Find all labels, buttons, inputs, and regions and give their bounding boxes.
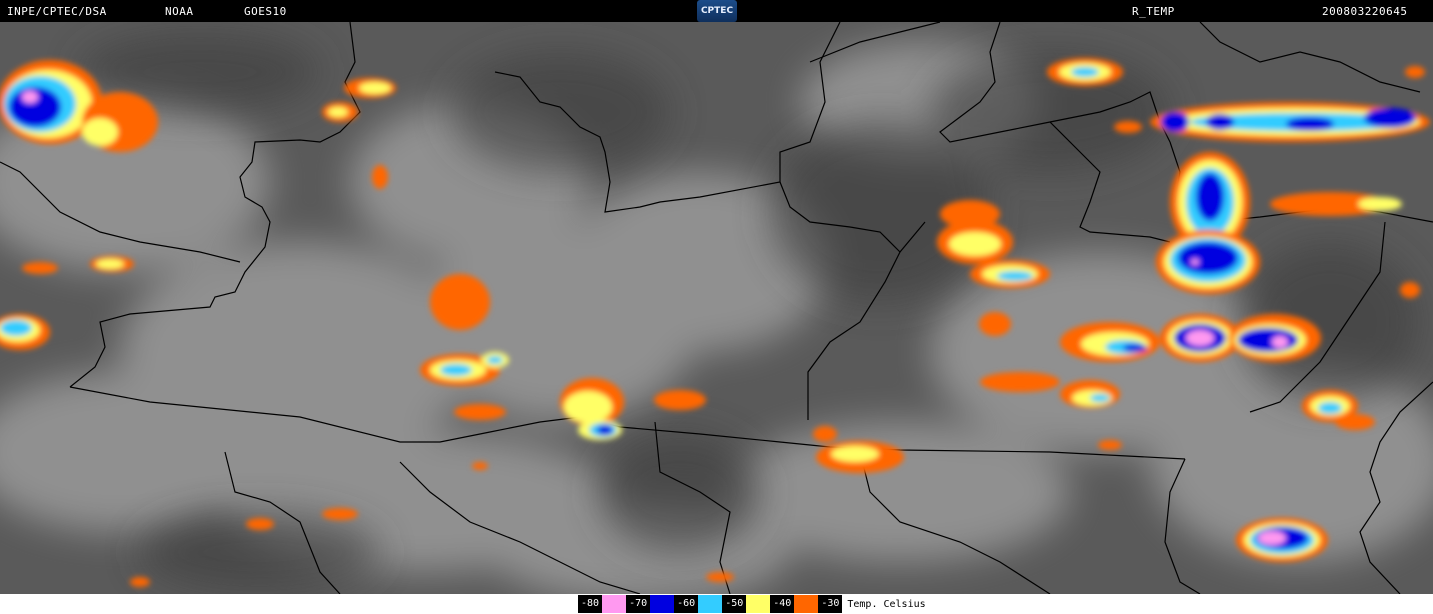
agency-label: NOAA	[165, 5, 194, 18]
legend-swatch	[794, 595, 819, 613]
satellite-label: GOES10	[244, 5, 287, 18]
header-bar: INPE/CPTEC/DSA NOAA GOES10 CPTEC R_TEMP …	[0, 0, 1433, 22]
legend-label: -70	[626, 595, 651, 613]
legend-swatch	[698, 595, 723, 613]
temperature-legend: -80 -70 -60 -50 -40 -30 Temp. Celsius	[0, 594, 1433, 614]
legend-label: -80	[578, 595, 603, 613]
legend-label: -40	[770, 595, 795, 613]
map-canvas	[0, 22, 1433, 594]
satellite-image	[0, 22, 1433, 594]
legend-label: -50	[722, 595, 747, 613]
source-label: INPE/CPTEC/DSA	[7, 5, 107, 18]
legend-swatch	[746, 595, 771, 613]
product-label: R_TEMP	[1132, 5, 1175, 18]
legend-scale: -80 -70 -60 -50 -40 -30 Temp. Celsius	[578, 595, 926, 613]
legend-label: -30	[818, 595, 843, 613]
legend-swatch	[650, 595, 675, 613]
legend-units: Temp. Celsius	[847, 598, 926, 610]
legend-label: -60	[674, 595, 699, 613]
cptec-logo: CPTEC	[697, 0, 737, 22]
legend-swatch	[602, 595, 627, 613]
timestamp-label: 200803220645	[1322, 5, 1408, 18]
